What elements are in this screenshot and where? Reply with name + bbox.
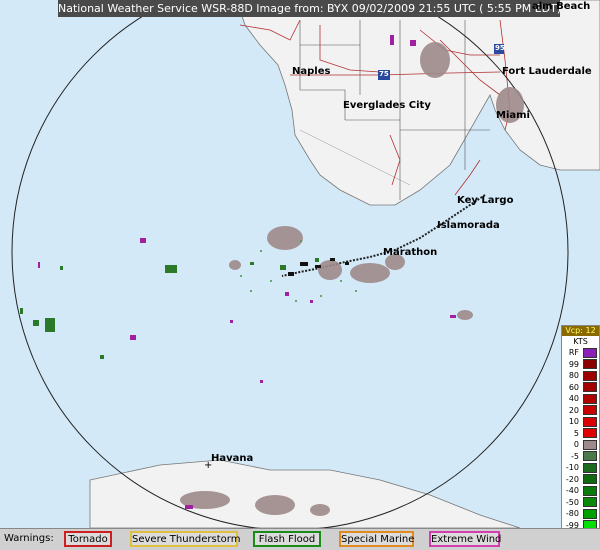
- legend-units: KTS: [573, 337, 588, 346]
- radar-header: National Weather Service WSR-88D Image f…: [58, 0, 560, 17]
- legend-row-label: -10: [565, 463, 579, 472]
- city-label-key-largo: Key Largo: [457, 195, 514, 206]
- city-label-havana: Havana: [211, 453, 254, 464]
- legend-row: -40: [562, 485, 599, 497]
- legend-color-swatch: [583, 462, 597, 473]
- city-label-naples: Naples: [292, 66, 331, 77]
- legend-row-label: 10: [568, 417, 579, 426]
- legend-row: 99: [562, 359, 599, 371]
- legend-color-swatch: [583, 439, 597, 450]
- legend-row-label: 5: [573, 428, 579, 438]
- legend-color-swatch: [583, 485, 597, 496]
- legend-row-label: 99: [568, 359, 579, 369]
- legend-vcp: Vcp: 12: [562, 326, 599, 336]
- warning-severe-thunderstorm-button[interactable]: Severe Thunderstorm: [130, 531, 240, 547]
- legend-row: 5: [562, 428, 599, 440]
- city-label-fort-lauderdale: Fort Lauderdale: [502, 66, 592, 77]
- legend-color-swatch: [583, 451, 597, 461]
- warning-special-marine-button[interactable]: Special Marine: [339, 531, 414, 547]
- warning-extreme-wind-button[interactable]: Extreme Wind: [429, 531, 501, 547]
- legend-row: -80: [562, 508, 599, 520]
- legend-row: 80: [562, 370, 599, 382]
- legend-color-swatch: [583, 416, 597, 427]
- legend-rows: RF99806040201050-5-10-20-40-50-80-99ND: [562, 347, 599, 543]
- velocity-legend: Vcp: 12 KTS RF 99 80 60 40 20 10 5 0 -5 -10 -20 -40 -…: [561, 325, 600, 547]
- legend-color-swatch: [583, 474, 597, 484]
- legend-row: -10: [562, 462, 599, 474]
- legend-row: 60: [562, 382, 599, 394]
- legend-row-label: 0: [573, 440, 579, 449]
- legend-row: 20: [562, 405, 599, 417]
- legend-color-swatch: [583, 428, 597, 438]
- legend-row-label: 80: [568, 371, 579, 380]
- legend-row-label: 20: [568, 405, 579, 415]
- legend-row: 0: [562, 439, 599, 451]
- legend-color-swatch: [583, 497, 597, 507]
- radar-map: +: [0, 0, 600, 550]
- legend-row-label: -50: [565, 497, 579, 507]
- legend-row-label: -20: [565, 474, 579, 484]
- legend-color-swatch: [583, 405, 597, 415]
- legend-color-swatch: [583, 382, 597, 392]
- legend-color-swatch: [583, 347, 597, 358]
- i95-label: 95: [495, 44, 505, 52]
- legend-color-swatch: [583, 508, 597, 519]
- city-label-everglades-city: Everglades City: [343, 100, 431, 111]
- legend-color-swatch: [583, 370, 597, 381]
- legend-row-label: RF: [568, 348, 579, 357]
- legend-row-label: 60: [568, 382, 579, 392]
- i75-label: 75: [379, 70, 389, 78]
- legend-row: -50: [562, 497, 599, 509]
- legend-row-label: -40: [565, 486, 579, 495]
- city-label-palm-beach: alm Beach: [532, 1, 591, 12]
- legend-color-swatch: [583, 359, 597, 369]
- legend-row: -5: [562, 451, 599, 463]
- legend-row: 10: [562, 416, 599, 428]
- city-label-islamorada: Islamorada: [437, 220, 500, 231]
- legend-row: 40: [562, 393, 599, 405]
- warning-tornado-button[interactable]: Tornado: [64, 531, 112, 547]
- city-label-marathon: Marathon: [383, 247, 438, 258]
- city-label-miami: Miami: [496, 110, 530, 121]
- legend-color-swatch: [583, 393, 597, 404]
- legend-row-label: -80: [565, 509, 579, 518]
- legend-row-label: -5: [571, 451, 579, 461]
- warning-flash-flood-button[interactable]: Flash Flood: [253, 531, 321, 547]
- warnings-bar: Warnings: Tornado Severe Thunderstorm Fl…: [0, 528, 600, 550]
- warnings-title: Warnings:: [4, 533, 54, 544]
- legend-row: -20: [562, 474, 599, 486]
- legend-row: RF: [562, 347, 599, 359]
- legend-row-label: 40: [568, 394, 579, 403]
